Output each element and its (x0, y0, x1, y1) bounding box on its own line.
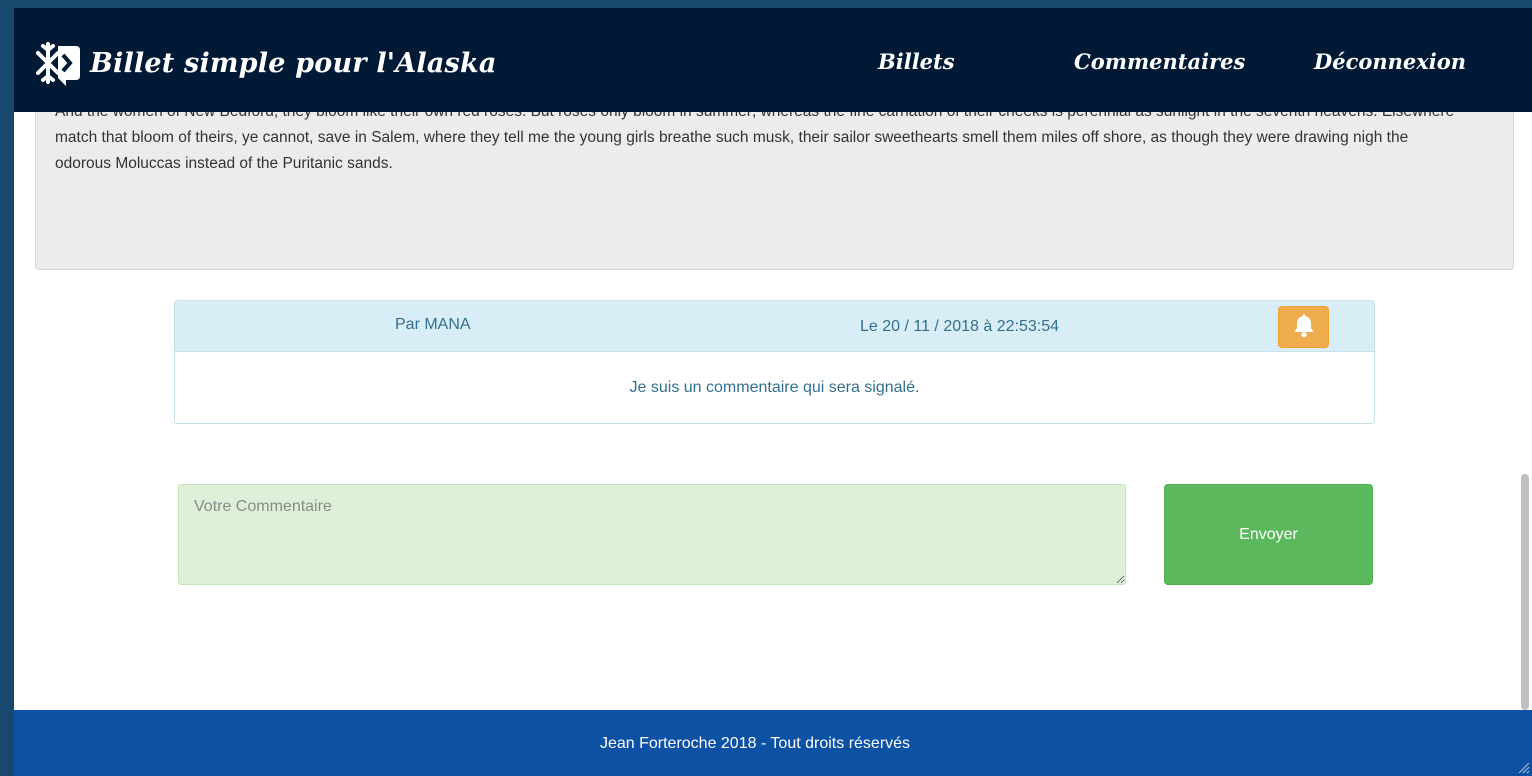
footer-text: Jean Forteroche 2018 - Tout droits réser… (599, 735, 911, 752)
comment-date: Le 20 / 11 / 2018 à 22:53:54 (860, 318, 1059, 335)
comment-author: Par MANA (395, 316, 471, 333)
nav-link-commentaires[interactable]: Commentaires (1074, 49, 1245, 74)
footer: Jean Forteroche 2018 - Tout droits réser… (14, 710, 1532, 776)
bell-icon (1293, 313, 1315, 341)
nav-link-billets[interactable]: Billets (878, 49, 955, 74)
navbar: Billet simple pour l'Alaska Billets Comm… (14, 8, 1532, 112)
report-comment-button[interactable] (1278, 306, 1329, 348)
browser-viewport: And the women of New Bedford, they bloom… (14, 8, 1532, 776)
snowflake-icon (36, 38, 82, 88)
comment-input[interactable] (178, 484, 1126, 585)
nav-link-deconnexion[interactable]: Déconnexion (1314, 49, 1466, 74)
brand-title: Billet simple pour l'Alaska (90, 47, 497, 79)
send-comment-button[interactable]: Envoyer (1164, 484, 1373, 585)
brand[interactable]: Billet simple pour l'Alaska (36, 38, 497, 88)
comment-card: Par MANA Le 20 / 11 / 2018 à 22:53:54 Je… (174, 300, 1375, 424)
scrollbar-thumb[interactable] (1521, 474, 1529, 710)
comment-body: Je suis un commentaire qui sera signalé. (629, 379, 920, 396)
comment-header: Par MANA Le 20 / 11 / 2018 à 22:53:54 (175, 301, 1374, 352)
resize-grip-icon[interactable] (1516, 760, 1530, 774)
